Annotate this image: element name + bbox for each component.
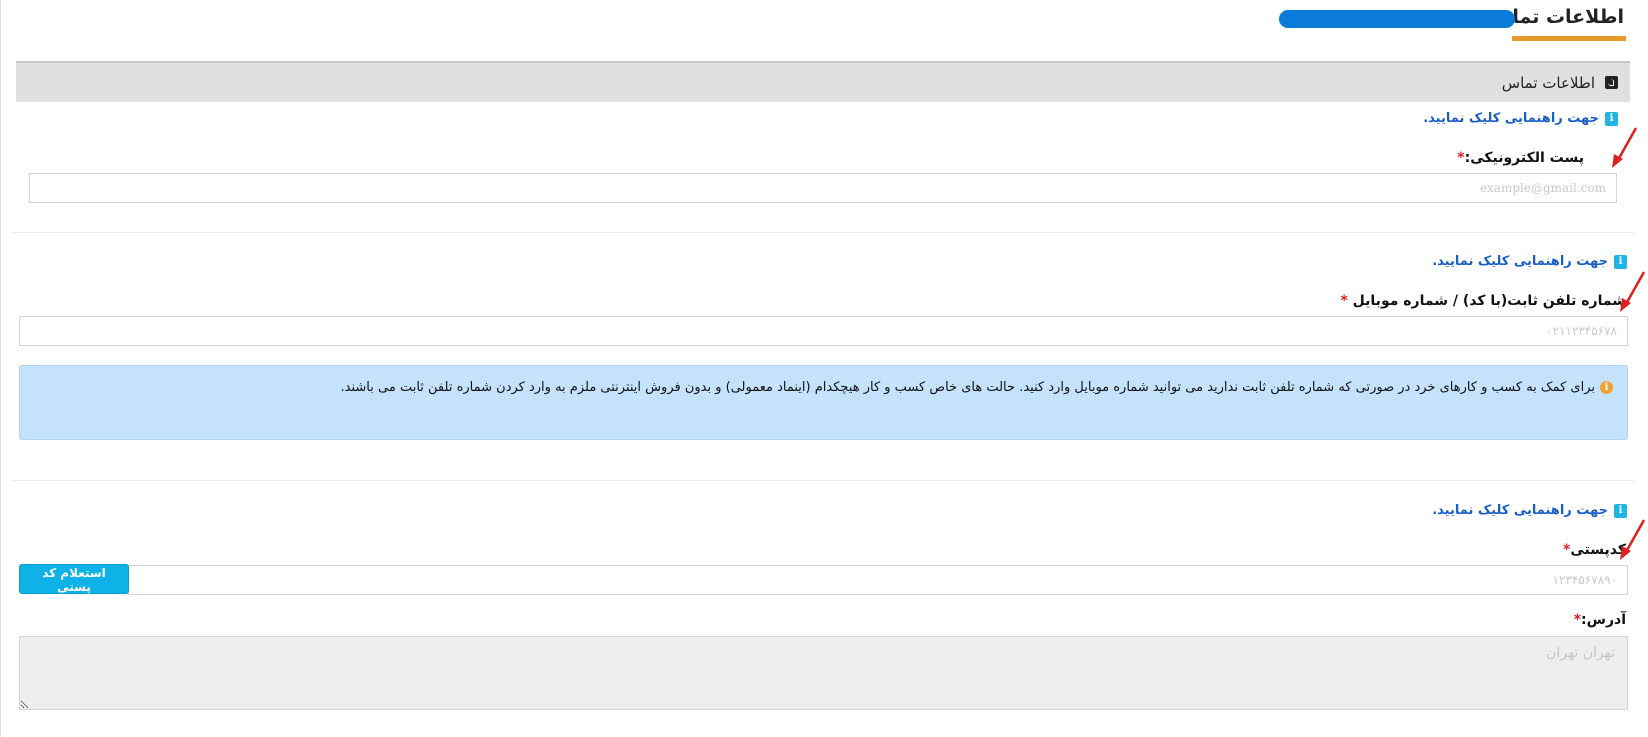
- info-icon: i: [1614, 254, 1627, 269]
- required-mark: *: [1573, 612, 1582, 628]
- page-title-underline: [1512, 36, 1626, 41]
- help-link-phone[interactable]: i جهت راهنمایی کلیک نمایید.: [1432, 254, 1627, 269]
- address-textarea[interactable]: [19, 636, 1628, 710]
- annotation-arrow-icon: [1620, 271, 1646, 312]
- contact-info-page: اطلاعات تماس اطلاعات تماس i جهت راهنمایی…: [0, 0, 1648, 737]
- postal-code-inquiry-button[interactable]: استعلام کد پستی: [19, 564, 129, 594]
- help-link-label: جهت راهنمایی کلیک نمایید.: [1432, 254, 1608, 269]
- page-left-border: [0, 0, 1, 737]
- annotation-arrow-icon: [1620, 519, 1646, 560]
- info-circle-icon: i: [1600, 381, 1613, 394]
- address-label-text: آدرس:: [1581, 612, 1626, 628]
- email-label-text: پست الکترونیکی:: [1464, 150, 1584, 166]
- info-alert: i برای کمک به کسب و کارهای خرد در صورتی …: [19, 365, 1628, 440]
- help-link-label: جهت راهنمایی کلیک نمایید.: [1423, 111, 1599, 126]
- phone-icon: [1605, 76, 1618, 89]
- phone-label: شماره تلفن ثابت(با کد) / شماره موبایل *: [1340, 293, 1626, 309]
- postal-code-input[interactable]: [128, 565, 1628, 595]
- required-mark: *: [1457, 150, 1465, 166]
- section-title: اطلاعات تماس: [1501, 73, 1595, 92]
- phone-label-text: شماره تلفن ثابت(با کد) / شماره موبایل: [1347, 293, 1626, 309]
- redaction-mark: [1279, 10, 1515, 28]
- annotation-arrow-icon: [1612, 127, 1638, 168]
- help-link-label: جهت راهنمایی کلیک نمایید.: [1432, 503, 1608, 518]
- help-link-email[interactable]: i جهت راهنمایی کلیک نمایید.: [1423, 111, 1618, 126]
- email-label: پست الکترونیکی:*: [1457, 150, 1584, 166]
- info-alert-text: برای کمک به کسب و کارهای خرد در صورتی که…: [340, 380, 1595, 395]
- address-label: آدرس:*: [1574, 612, 1626, 628]
- email-input[interactable]: [29, 173, 1617, 203]
- field-divider: [12, 232, 1634, 233]
- phone-input[interactable]: [19, 316, 1628, 346]
- required-mark: *: [1340, 293, 1348, 309]
- section-header: اطلاعات تماس: [16, 63, 1630, 102]
- field-divider: [12, 480, 1634, 481]
- help-link-postal[interactable]: i جهت راهنمایی کلیک نمایید.: [1432, 503, 1627, 518]
